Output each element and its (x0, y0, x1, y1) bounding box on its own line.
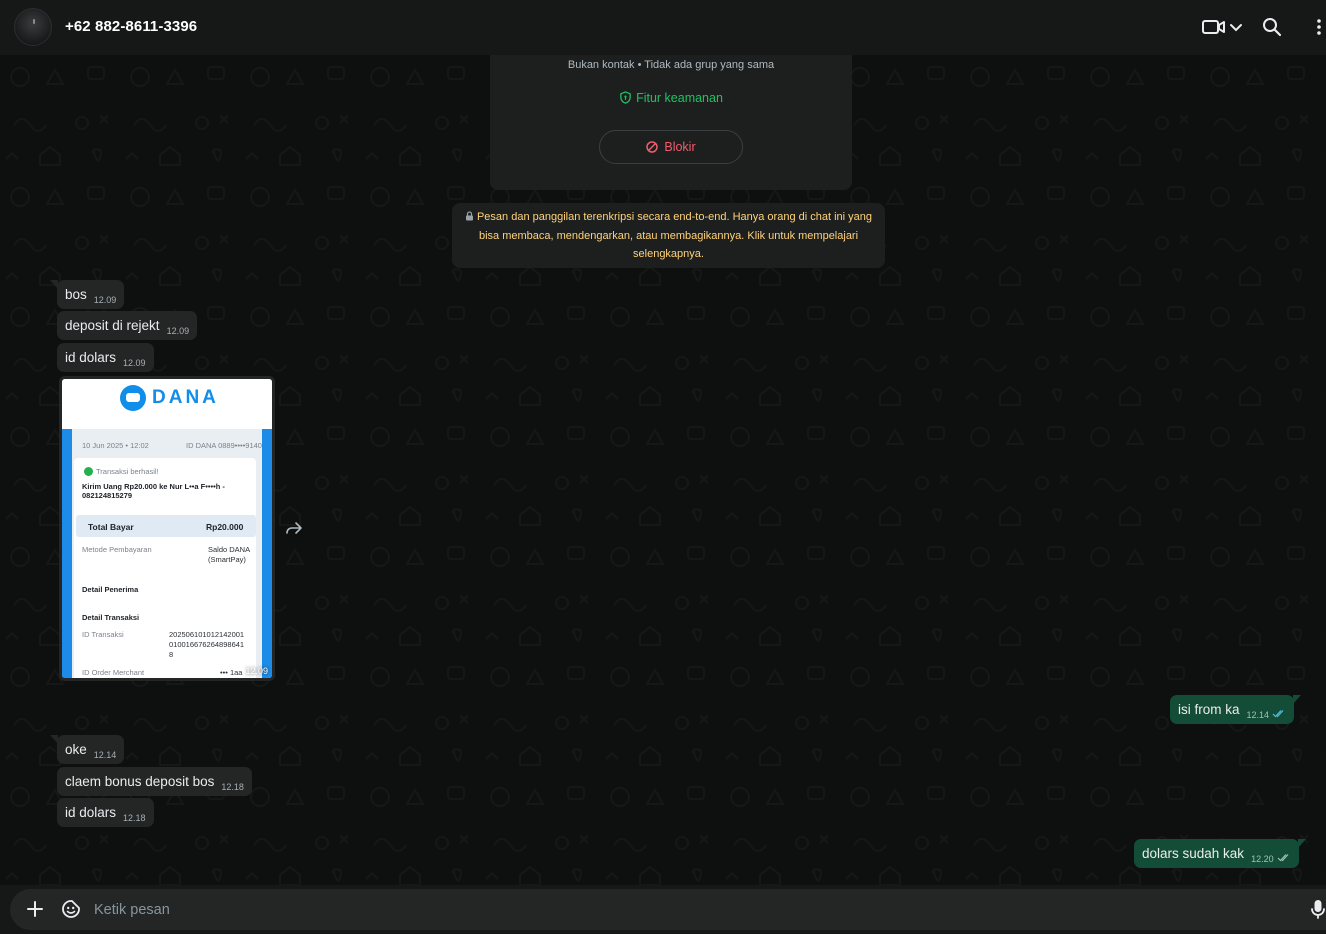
message-time: 12.20 (1251, 853, 1274, 864)
success-check-icon (84, 467, 93, 476)
image-message-receipt[interactable]: DANA 10 Jun 2025 • 12:02 ID DANA 0889•••… (59, 376, 275, 681)
message-time: 12.09 (123, 357, 146, 368)
sticker-emoji-icon[interactable] (61, 899, 81, 919)
message-list[interactable]: Bukan kontak • Tidak ada grup yang sama … (0, 55, 1326, 885)
receipt-transaction-section: Detail Transaksi (82, 613, 140, 622)
receipt-total-value: Rp20.000 (206, 522, 244, 532)
message-time: 12.14 (1246, 709, 1270, 720)
forward-icon[interactable] (285, 521, 303, 535)
message-time: 12.09 (245, 666, 268, 676)
receipt-tx-id-label: ID Transaksi (82, 630, 124, 639)
message-bubble-outgoing[interactable]: isi from ka 12.14 (1170, 695, 1302, 724)
bubble-tail (50, 280, 58, 289)
bubble-tail (50, 735, 58, 744)
receipt-method-value: Saldo DANA (SmartPay) (208, 545, 250, 564)
not-a-contact-text: Bukan kontak • Tidak ada grup yang sama (567, 59, 775, 71)
receipt-date: 10 Jun 2025 • 12:02 (82, 441, 149, 450)
block-button[interactable]: Blokir (599, 130, 743, 164)
delivered-ticks-icon (1277, 854, 1289, 862)
security-features-link[interactable]: Fitur keamanan (490, 91, 852, 105)
message-time: 12.09 (93, 294, 117, 305)
message-bubble-incoming[interactable]: id dolars 12.18 (57, 798, 154, 827)
message-time: 12.18 (123, 812, 146, 823)
block-icon (646, 141, 659, 153)
receipt-merchant-value: ••• 1aa (220, 668, 243, 677)
message-bubble-incoming[interactable]: bos 12.09 (50, 280, 125, 309)
whatsapp-chat-window: +62 882-8611-3396 Bukan kontak • Tidak a… (0, 0, 1326, 934)
bubble-tail (1297, 839, 1306, 848)
message-bubble-incoming[interactable]: oke 12.14 (50, 735, 125, 764)
receipt-recipient-section: Detail Penerima (82, 585, 139, 594)
message-text: claem bonus deposit bos (65, 774, 215, 789)
message-time: 12.18 (221, 781, 244, 792)
message-text: dolars sudah kak (1142, 846, 1245, 861)
receipt-status: Transaksi berhasil! (96, 467, 159, 476)
attach-plus-icon[interactable] (26, 900, 44, 918)
receipt-tx-id-value: 2025061010121420010100166762648986418 (169, 630, 245, 659)
composer-box (10, 889, 1326, 930)
contact-name[interactable]: +62 882-8611-3396 (65, 18, 197, 35)
bubble-tail (1293, 695, 1302, 704)
video-call-icon[interactable] (1202, 16, 1226, 38)
receipt-method-label: Metode Pembayaran (82, 545, 152, 554)
receipt-account: ID DANA 0889••••9140 (186, 441, 262, 450)
shield-icon (620, 91, 631, 104)
read-ticks-icon (1272, 710, 1284, 718)
message-text: oke (65, 742, 87, 757)
receipt-total-label: Total Bayar (88, 522, 134, 532)
contact-security-card: Bukan kontak • Tidak ada grup yang sama … (490, 55, 852, 190)
lock-icon (465, 211, 473, 221)
message-text: id dolars (65, 350, 117, 365)
receipt-description: Kirim Uang Rp20.000 ke Nur L••a F••••h -… (82, 482, 225, 500)
message-text: bos (65, 287, 87, 302)
chevron-down-icon[interactable] (1228, 16, 1244, 38)
message-time: 12.14 (93, 749, 117, 760)
microphone-icon[interactable] (1310, 899, 1326, 919)
contact-avatar[interactable] (14, 8, 52, 46)
message-text: deposit di rejekt (65, 318, 160, 333)
block-button-label: Blokir (664, 140, 696, 154)
receipt-merchant-label: ID Order Merchant (82, 668, 145, 677)
dana-logo-icon (120, 385, 146, 411)
chat-header: +62 882-8611-3396 (0, 0, 1326, 55)
message-bubble-incoming[interactable]: deposit di rejekt 12.09 (57, 311, 198, 340)
dana-logo: DANA (120, 385, 219, 411)
message-time: 12.09 (166, 325, 190, 336)
message-bubble-incoming[interactable]: claem bonus deposit bos 12.18 (57, 767, 252, 796)
message-text: isi from ka (1178, 702, 1240, 717)
encryption-notice[interactable]: Pesan dan panggilan terenkripsi secara e… (452, 203, 885, 268)
search-icon[interactable] (1260, 16, 1284, 38)
message-bubble-incoming[interactable]: id dolars 12.09 (57, 343, 154, 372)
message-input[interactable] (94, 897, 1274, 923)
message-text: id dolars (65, 805, 117, 820)
security-features-label: Fitur keamanan (636, 91, 723, 105)
message-composer (0, 885, 1326, 934)
message-bubble-outgoing[interactable]: dolars sudah kak 12.20 (1134, 839, 1306, 868)
encryption-notice-text: Pesan dan panggilan terenkripsi secara e… (476, 211, 873, 260)
dana-logo-text: DANA (152, 387, 219, 408)
more-options-icon[interactable] (1312, 16, 1326, 38)
